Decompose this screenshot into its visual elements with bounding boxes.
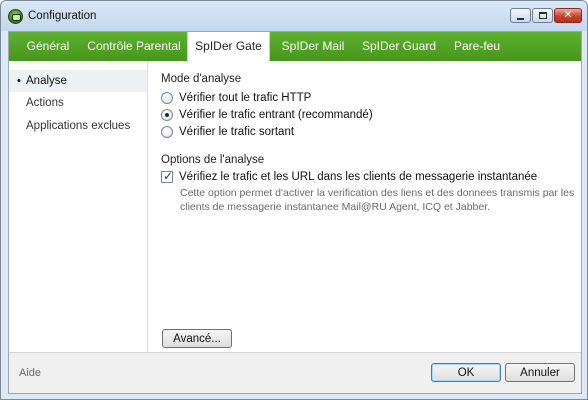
help-link[interactable]: Aide [19, 367, 41, 379]
sidebar-item-analyse[interactable]: • Analyse [9, 70, 147, 92]
sidebar-item-excluded-apps[interactable]: Applications exclues [9, 115, 147, 137]
maximize-icon [538, 12, 547, 19]
sidebar-item-label: Analyse [26, 75, 67, 87]
radio-button[interactable] [161, 92, 173, 104]
tab-spider-mail[interactable]: SpIDer Mail [272, 32, 354, 61]
mode-section-title: Mode d'analyse [161, 73, 242, 85]
mode-radio-incoming[interactable]: Vérifier le trafic entrant (recommandé) [161, 108, 373, 122]
mode-radio-outgoing[interactable]: Vérifier le trafic sortant [161, 125, 294, 139]
radio-button[interactable] [161, 109, 173, 121]
window-title: Configuration [28, 10, 97, 22]
tab-firewall[interactable]: Pare-feu [444, 32, 510, 61]
radio-button[interactable] [161, 126, 173, 138]
ok-button[interactable]: OK [431, 363, 501, 382]
tab-spider-guard[interactable]: SpIDer Guard [354, 32, 444, 61]
spider-icon [8, 9, 23, 24]
radio-label: Vérifier le trafic sortant [179, 126, 295, 138]
minimize-button[interactable] [510, 8, 531, 23]
configuration-window: Configuration ✕ Général Contrôle Parenta… [0, 0, 588, 400]
tab-spider-gate[interactable]: SpIDer Gate [187, 32, 270, 62]
footer-bar: Aide OK Annuler [9, 352, 581, 393]
close-button[interactable]: ✕ [554, 8, 582, 23]
sidebar-item-label: Applications exclues [26, 120, 131, 132]
im-check-option[interactable]: Vérifiez le trafic et les URL dans les c… [161, 169, 538, 184]
sidebar-item-label: Actions [26, 97, 64, 109]
dialog-frame: Général Contrôle Parental SpIDer Gate Sp… [8, 31, 582, 394]
tab-general[interactable]: Général [15, 32, 81, 61]
mode-radio-all-http[interactable]: Vérifier tout le trafic HTTP [161, 91, 311, 105]
radio-label: Vérifier le trafic entrant (recommandé) [179, 109, 373, 121]
minimize-icon [517, 17, 524, 20]
main-panel: Mode d'analyse Vérifier tout le trafic H… [149, 61, 581, 352]
maximize-button[interactable] [532, 8, 553, 23]
radio-label: Vérifier tout le trafic HTTP [179, 92, 312, 104]
bullet-icon: • [17, 75, 21, 87]
tab-parental-control[interactable]: Contrôle Parental [81, 32, 187, 61]
checkbox-label: Vérifiez le trafic et les URL dans les c… [179, 171, 538, 183]
option-description: Cette option permet d'activer la verific… [180, 187, 575, 213]
sidebar-item-actions[interactable]: Actions [9, 92, 147, 114]
tab-bar: Général Contrôle Parental SpIDer Gate Sp… [9, 32, 581, 62]
checkbox[interactable] [161, 169, 173, 183]
cancel-button[interactable]: Annuler [505, 363, 575, 382]
sidebar: • Analyse Actions Applications exclues [9, 61, 148, 352]
title-bar: Configuration ✕ [1, 1, 587, 31]
options-section-title: Options de l'analyse [161, 154, 265, 166]
advanced-button[interactable]: Avancé... [162, 329, 232, 348]
close-icon: ✕ [563, 9, 573, 21]
